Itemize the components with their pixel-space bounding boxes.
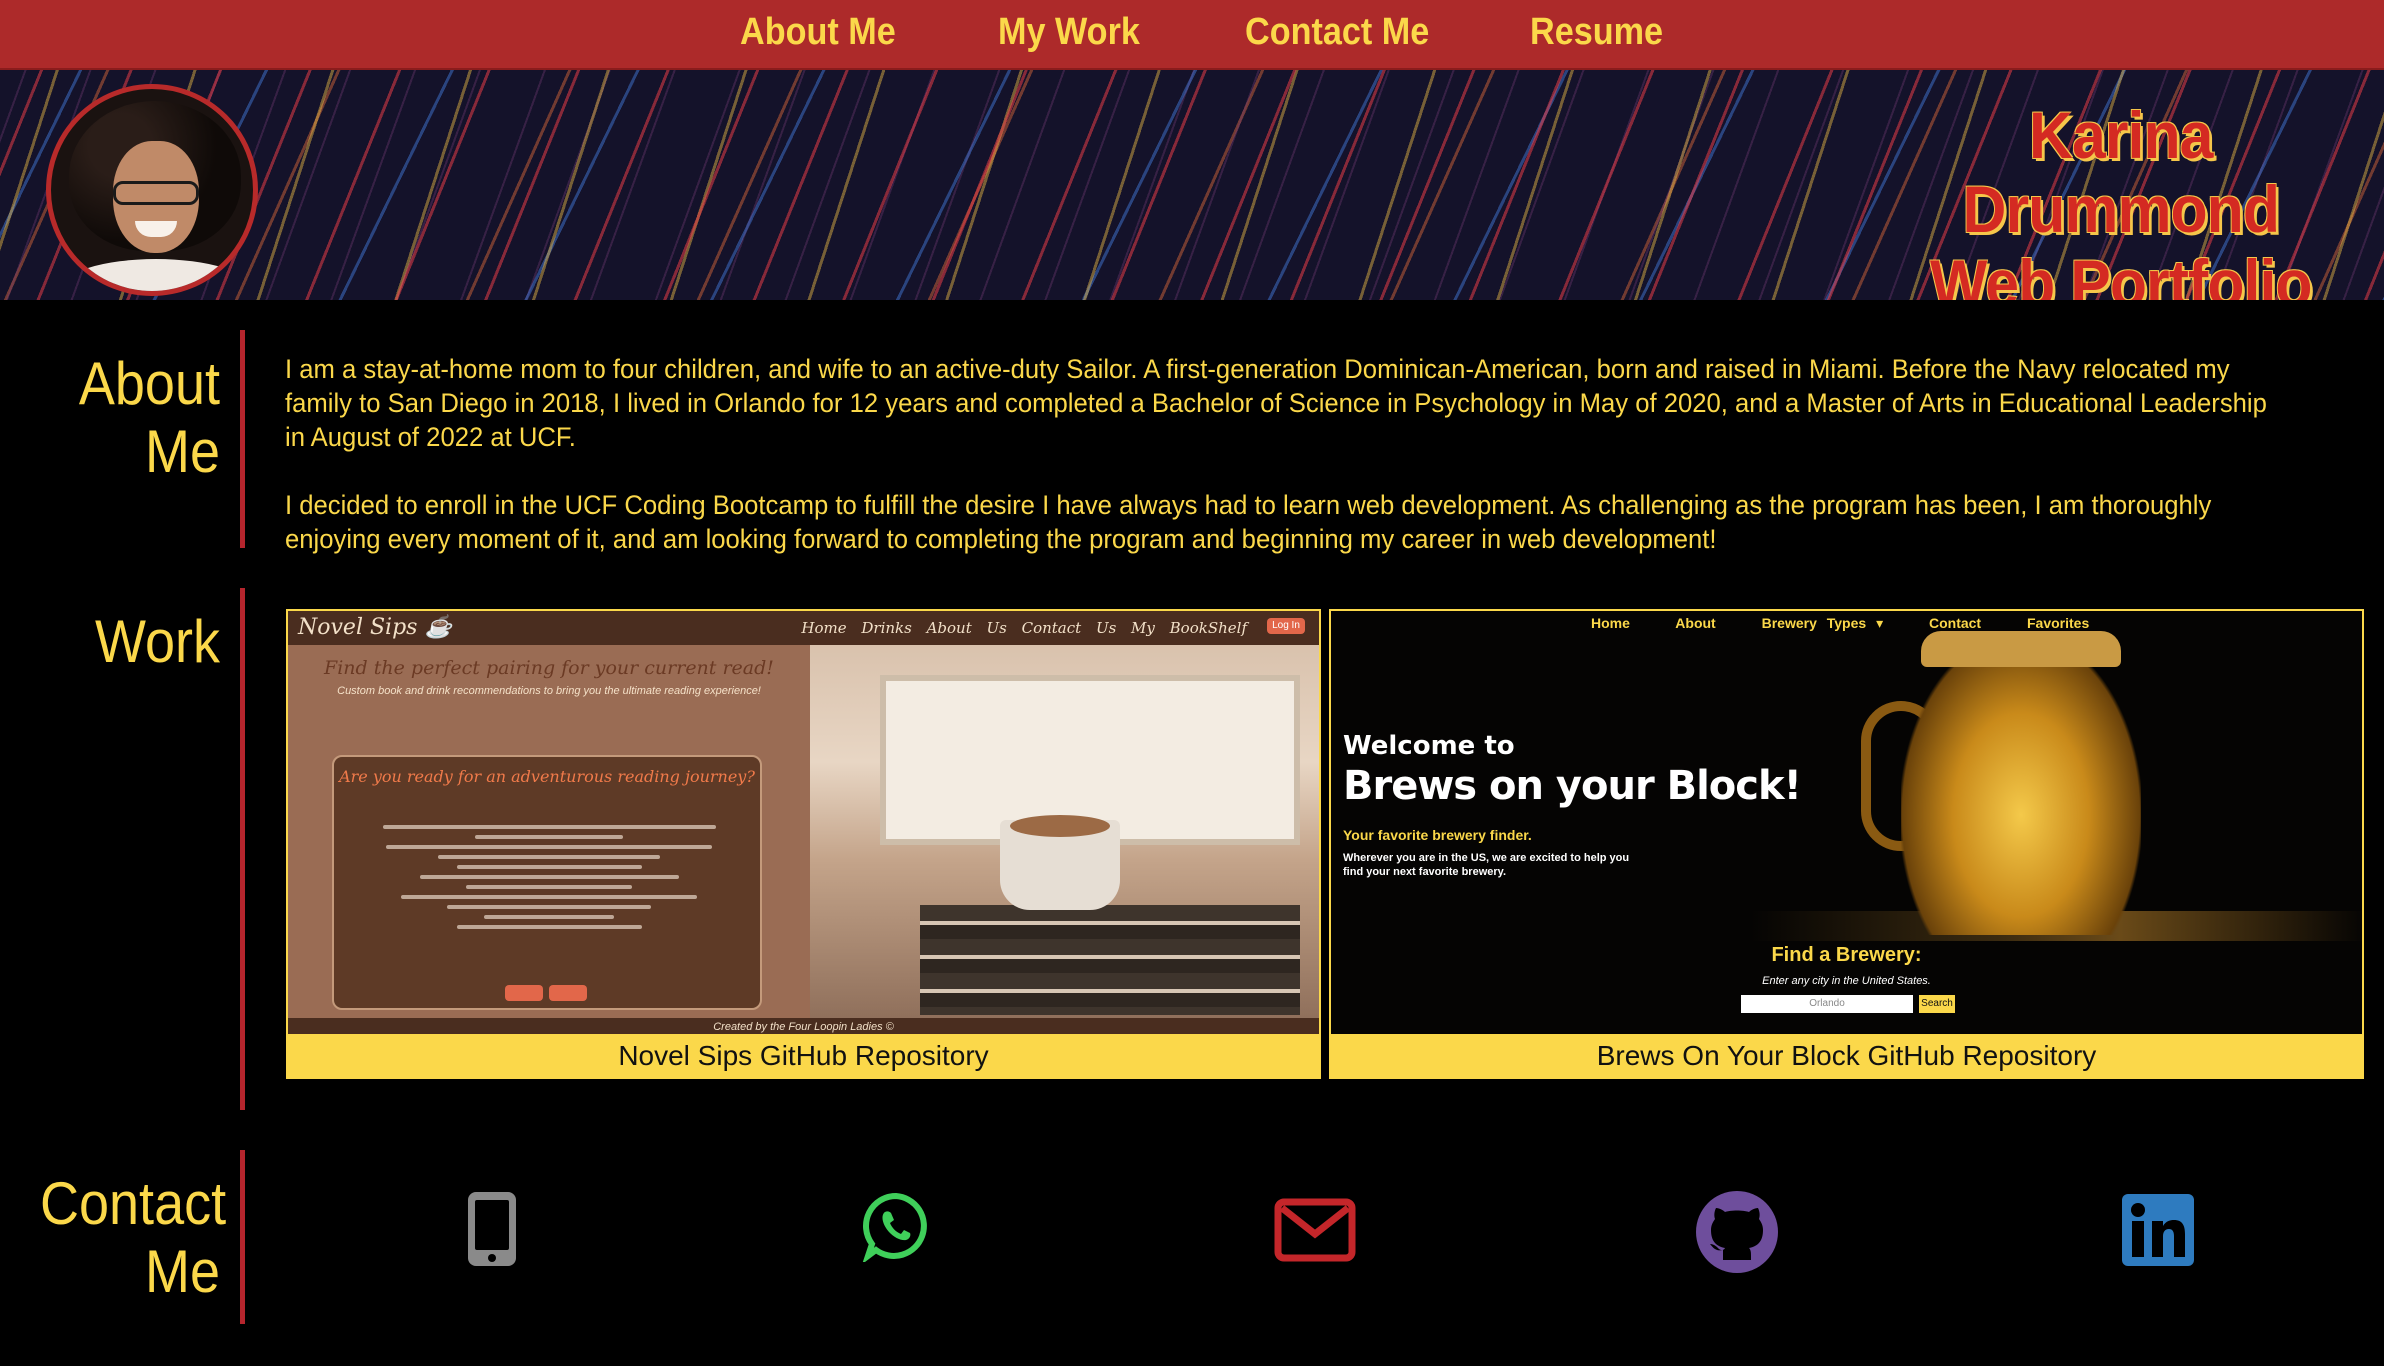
email-icon[interactable] bbox=[1274, 1190, 1356, 1272]
novel-sips-login: Log In bbox=[1267, 618, 1305, 634]
project-caption[interactable]: Brews On Your Block GitHub Repository bbox=[1331, 1034, 2362, 1077]
brews-welcome: Welcome to bbox=[1343, 731, 1515, 761]
contact-divider bbox=[240, 1150, 245, 1324]
contact-heading: Contact Me bbox=[40, 1170, 227, 1305]
hero-title-subtitle: Web Portfolio bbox=[1930, 246, 2312, 300]
about-paragraph: I am a stay-at-home mom to four children… bbox=[285, 354, 2267, 452]
brews-city-input: Orlando bbox=[1741, 995, 1913, 1013]
about-divider bbox=[240, 330, 245, 548]
novel-sips-subtagline: Custom book and drink recommendations to… bbox=[337, 685, 761, 697]
github-icon[interactable] bbox=[1695, 1190, 1779, 1273]
brews-find-heading: Find a Brewery: bbox=[1771, 944, 1922, 966]
nav-link-about-me[interactable]: About Me bbox=[740, 11, 896, 54]
nav-link-contact-me[interactable]: Contact Me bbox=[1245, 11, 1429, 54]
hero-title-name: Karina Drummond bbox=[1962, 98, 2280, 246]
novel-sips-logo: Novel Sips ☕ bbox=[298, 615, 452, 640]
brews-city-hint: Enter any city in the United States. bbox=[1762, 975, 1931, 987]
hero-banner: Karina Drummond Web Portfolio bbox=[0, 70, 2384, 300]
nav-link-my-work[interactable]: My Work bbox=[998, 11, 1140, 54]
work-heading: Work bbox=[94, 608, 220, 675]
brews-nav: Home About Brewery Types ▾ Contact Favor… bbox=[1591, 615, 2090, 631]
whatsapp-icon[interactable] bbox=[860, 1190, 932, 1272]
about-heading: About Me bbox=[78, 350, 220, 485]
about-paragraph: I decided to enroll in the UCF Coding Bo… bbox=[285, 490, 2212, 554]
about-text: I am a stay-at-home mom to four children… bbox=[285, 352, 2271, 556]
novel-sips-tagline: Find the perfect pairing for your curren… bbox=[324, 657, 774, 679]
phone-icon[interactable] bbox=[466, 1190, 518, 1272]
page-title: Karina Drummond Web Portfolio bbox=[1882, 98, 2360, 300]
brews-title: Brews on your Block! bbox=[1343, 763, 1802, 809]
nav-link-resume[interactable]: Resume bbox=[1530, 11, 1663, 54]
project-card-novel-sips[interactable]: Novel Sips ☕ Home Drinks About Us Contac… bbox=[286, 609, 1321, 1079]
novel-sips-screenshot: Novel Sips ☕ Home Drinks About Us Contac… bbox=[288, 611, 1319, 1036]
project-caption[interactable]: Novel Sips GitHub Repository bbox=[288, 1034, 1319, 1077]
avatar bbox=[46, 84, 258, 296]
project-card-brews-on-your-block[interactable]: Home About Brewery Types ▾ Contact Favor… bbox=[1329, 609, 2364, 1079]
brews-blurb: Wherever you are in the US, we are excit… bbox=[1343, 852, 1630, 878]
novel-sips-nav: Home Drinks About Us Contact Us My BookS… bbox=[801, 619, 1247, 637]
novel-sips-question: Are you ready for an adventurous reading… bbox=[339, 767, 755, 786]
brews-screenshot: Home About Brewery Types ▾ Contact Favor… bbox=[1331, 611, 2362, 1036]
top-nav: About Me My Work Contact Me Resume bbox=[0, 0, 2384, 70]
brews-search-button: Search bbox=[1919, 995, 1955, 1013]
brews-subtitle: Your favorite brewery finder. bbox=[1343, 827, 1532, 843]
linkedin-icon[interactable] bbox=[2122, 1190, 2194, 1272]
work-divider bbox=[240, 588, 245, 1110]
